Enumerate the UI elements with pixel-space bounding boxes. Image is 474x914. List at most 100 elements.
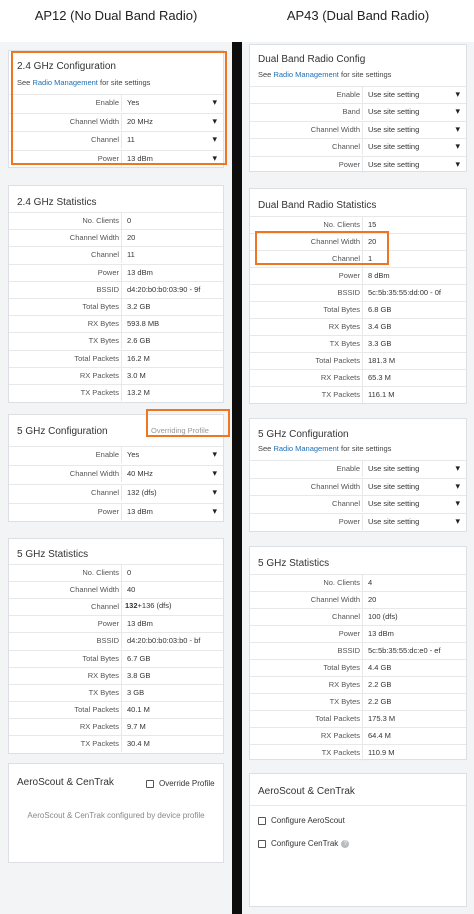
total-packets-value: 175.3 M: [362, 711, 466, 727]
enable-select[interactable]: Use site setting: [362, 87, 466, 103]
right-5ghz-stat-row-rx-bytes: RX Bytes 2.2 GB: [250, 676, 466, 693]
field-label: RX Bytes: [87, 670, 119, 680]
help-icon[interactable]: ?: [341, 839, 350, 848]
field-label: Channel Width: [69, 469, 119, 478]
band-select[interactable]: Use site setting: [362, 104, 466, 121]
field-label: RX Bytes: [87, 319, 119, 329]
field-label: Band: [342, 107, 360, 117]
right-5ghz-cfg-row-channel: Channel Use site setting: [250, 495, 466, 512]
checkbox-box[interactable]: [146, 779, 154, 788]
total-bytes-value: 6.7 GB: [121, 650, 223, 667]
panel-title: Dual Band Radio Statistics: [258, 200, 377, 211]
channel-select[interactable]: Use site setting: [362, 139, 466, 156]
rx-bytes-value: 2.2 GB: [362, 677, 466, 693]
channel-width-value: 20: [121, 230, 223, 247]
field-label: Channel Width: [310, 124, 360, 134]
enable-select[interactable]: Yes: [121, 447, 223, 463]
bssid-value: 5c:5b:35:55:dd:00 - 0f: [362, 285, 466, 301]
rx-packets-value: 9.7 M: [121, 718, 223, 735]
right-db-stat-row-bssid: BSSID 5c:5b:35:55:dd:00 - 0f: [250, 284, 466, 301]
field-label: Power: [97, 619, 119, 629]
checkbox-box[interactable]: [258, 839, 266, 848]
panel-title: 5 GHz Configuration: [17, 426, 108, 437]
right-5ghz-stats-panel: 5 GHz Statistics No. Clients 4 Channel Wid…: [249, 546, 467, 761]
left-5ghz-stat-row-bssid: BSSID d4:20:b0:b0:03:b0 - bf: [9, 632, 223, 650]
field-label: BSSID: [96, 636, 119, 646]
channel-bonded-value: 132+136 (dfs): [125, 601, 172, 610]
rx-bytes-value: 3.4 GB: [362, 319, 466, 335]
panel-title: 5 GHz Statistics: [258, 558, 330, 569]
left-5ghz-cfg-row-power: Power 13 dBm: [9, 503, 223, 520]
left-5ghz-stat-row-rx-packets: RX Packets 9.7 M: [9, 717, 223, 735]
right-5ghz-stat-row-power: Power 13 dBm: [250, 625, 466, 642]
radio-management-link[interactable]: Radio Management: [273, 444, 338, 453]
power-value: 13 dBm: [121, 264, 223, 281]
field-label: Channel: [91, 602, 119, 612]
tx-packets-value: 110.9 M: [362, 745, 466, 761]
rx-packets-value: 3.0 M: [121, 367, 223, 384]
tx-bytes-value: 3.3 GB: [362, 336, 466, 352]
right-db-cfg-row-channel-width: Channel Width Use site setting: [250, 120, 466, 138]
power-select[interactable]: 13 dBm: [121, 504, 223, 520]
channel-select[interactable]: Use site setting: [362, 496, 466, 512]
field-label: Power: [97, 267, 119, 277]
field-label: No. Clients: [82, 568, 119, 577]
channel-width-value: 40: [121, 582, 223, 599]
field-label: Channel: [91, 488, 119, 497]
left-24ghz-stat-row-total-packets: Total Packets 16.2 M: [9, 349, 223, 367]
enable-select[interactable]: Use site setting: [362, 461, 466, 477]
channel-width-select[interactable]: Use site setting: [362, 121, 466, 138]
field-label: Total Bytes: [323, 305, 360, 314]
channel-width-select[interactable]: Use site setting: [362, 478, 466, 495]
total-packets-value: 181.3 M: [362, 353, 466, 369]
right-5ghz-stat-row-channel-width: Channel Width 20: [250, 591, 466, 608]
power-select[interactable]: Use site setting: [362, 156, 466, 173]
right-db-stat-row-tx-bytes: TX Bytes 3.3 GB: [250, 335, 466, 352]
field-label: Channel Width: [310, 595, 360, 604]
field-label: Channel: [332, 499, 360, 508]
left-24ghz-stats-panel: 2.4 GHz Statistics No. Clients 0 Channel W…: [8, 185, 224, 403]
field-label: Enable: [336, 90, 360, 99]
channel-width-value: 20: [362, 592, 466, 608]
left-5ghz-stat-row-channel: Channel: [9, 598, 223, 616]
channel-value: 11: [121, 247, 223, 264]
right-5ghz-stat-row-tx-packets: TX Packets 110.9 M: [250, 744, 466, 761]
left-24ghz-stat-row-rx-bytes: RX Bytes 593.8 MB: [9, 315, 223, 333]
field-label: TX Packets: [80, 739, 119, 748]
field-label: TX Packets: [321, 748, 360, 757]
field-label: BSSID: [96, 284, 119, 294]
right-db-cfg-row-channel: Channel Use site setting: [250, 138, 466, 156]
no-clients-value: 0: [121, 565, 223, 581]
right-db-stat-row-rx-bytes: RX Bytes 3.4 GB: [250, 318, 466, 335]
field-label: TX Bytes: [88, 336, 119, 346]
field-label: BSSID: [337, 288, 360, 297]
right-db-stat-row-total-packets: Total Packets 181.3 M: [250, 352, 466, 369]
right-column-heading: AP43 (Dual Band Radio): [286, 8, 430, 23]
power-select[interactable]: Use site setting: [362, 513, 466, 530]
channel-width-select[interactable]: 40 MHz: [121, 466, 223, 482]
radio-management-link[interactable]: Radio Management: [273, 70, 338, 79]
right-dual-band-stats-panel: Dual Band Radio Statistics No. Clients 15…: [249, 188, 467, 404]
total-bytes-value: 3.2 GB: [121, 299, 223, 315]
configure-aeroscout-checkbox[interactable]: Configure AeroScout: [258, 816, 345, 825]
field-label: RX Packets: [79, 370, 119, 380]
left-5ghz-stat-row-total-packets: Total Packets 40.1 M: [9, 700, 223, 718]
field-label: RX Packets: [320, 731, 360, 740]
override-profile-checkbox[interactable]: Override Profile: [146, 779, 215, 788]
left-aeroscout-panel: AeroScout & CenTrak Override Profile Aer…: [8, 763, 224, 863]
right-db-stat-row-total-bytes: Total Bytes 6.8 GB: [250, 301, 466, 318]
field-label: Channel Width: [69, 233, 119, 243]
checkbox-box[interactable]: [258, 816, 266, 825]
right-db-stat-row-rx-packets: RX Packets 65.3 M: [250, 369, 466, 386]
right-5ghz-stat-row-channel: Channel 100 (dfs): [250, 608, 466, 625]
right-5ghz-cfg-row-power: Power Use site setting: [250, 512, 466, 530]
channel-select[interactable]: 132 (dfs): [121, 485, 223, 501]
panel-title: AeroScout & CenTrak: [17, 777, 114, 788]
tx-bytes-value: 2.2 GB: [362, 694, 466, 710]
left-5ghz-stat-row-rx-bytes: RX Bytes 3.8 GB: [9, 666, 223, 684]
bssid-value: 5c:5b:35:55:dc:e0 - ef: [362, 643, 466, 659]
right-db-stat-row-tx-packets: TX Packets 116.1 M: [250, 386, 466, 403]
field-label: Power: [338, 516, 360, 526]
tx-bytes-value: 2.6 GB: [121, 333, 223, 350]
configure-centrak-checkbox[interactable]: Configure CenTrak?: [258, 839, 350, 848]
